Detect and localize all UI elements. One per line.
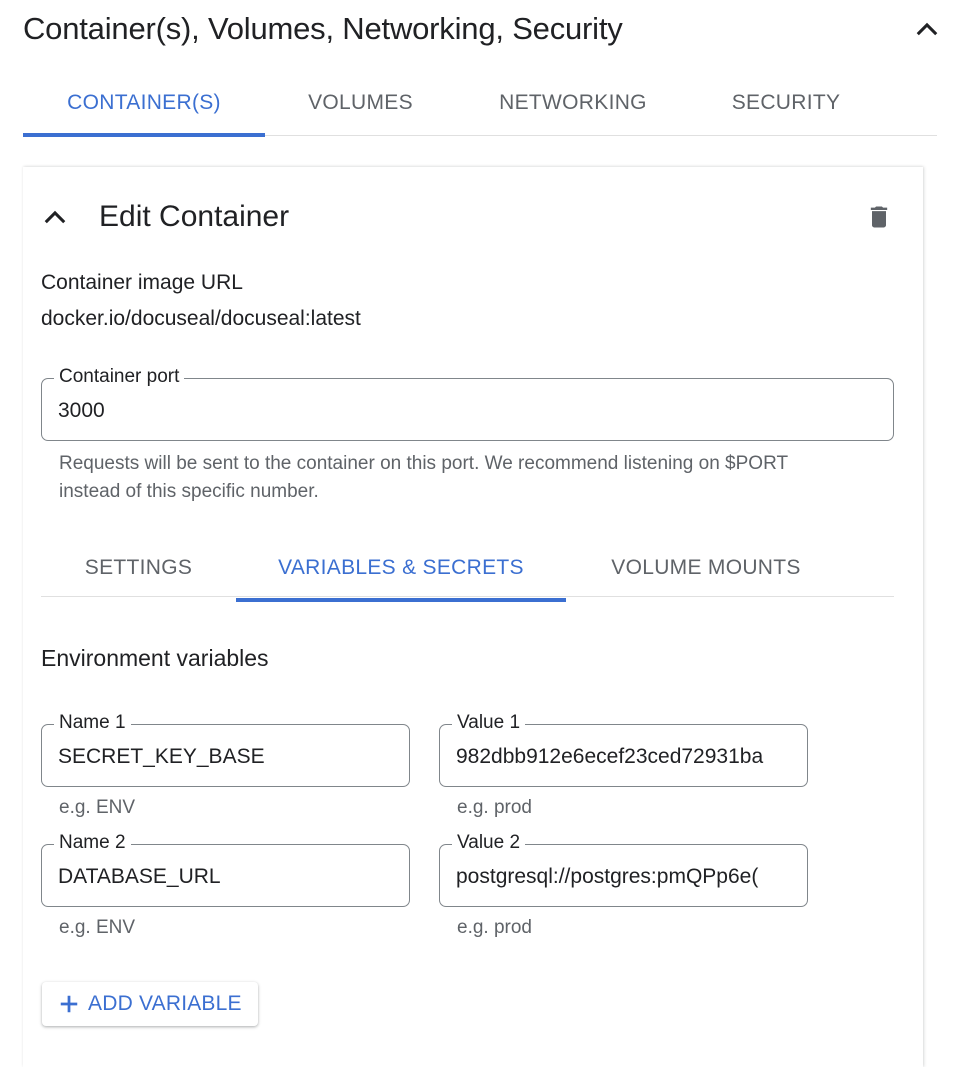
tab-label: VOLUMES (308, 91, 413, 114)
tab-label: SECURITY (731, 91, 841, 114)
env-value-input-1[interactable] (456, 727, 805, 786)
tab-security[interactable]: SECURITY (690, 70, 882, 136)
edit-container-title: Edit Container (99, 200, 290, 233)
tab-networking[interactable]: NETWORKING (456, 70, 690, 136)
container-port-hint: Requests will be sent to the container o… (59, 453, 788, 502)
edit-container-header: Edit Container (37, 195, 907, 239)
tab-label: VOLUME MOUNTS (611, 556, 801, 579)
env-value-hint-2: e.g. prod (457, 917, 532, 938)
env-name-input-1[interactable] (58, 727, 407, 786)
env-name-hint-1: e.g. ENV (59, 797, 136, 818)
top-tab-bar: CONTAINER(S) VOLUMES NETWORKING SECURITY (23, 70, 937, 137)
tab-settings[interactable]: SETTINGS (41, 535, 236, 601)
env-value-field-1[interactable]: Value 1 (439, 712, 808, 787)
container-port-input[interactable] (58, 381, 891, 440)
chevron-up-icon (44, 210, 66, 224)
section-header: Container(s), Volumes, Networking, Secur… (23, 0, 938, 58)
tab-volumes[interactable]: VOLUMES (265, 70, 456, 136)
container-image-url: docker.io/docuseal/docuseal:latest (41, 307, 361, 330)
add-variable-label: ADD VARIABLE (88, 992, 242, 1015)
section-collapse-button[interactable] (907, 9, 947, 49)
plus-icon (60, 995, 78, 1013)
edit-container-card: Edit Container Container image URL docke… (23, 167, 923, 1067)
add-variable-button[interactable]: ADD VARIABLE (42, 982, 258, 1026)
chevron-up-icon (916, 22, 938, 36)
section-title: Container(s), Volumes, Networking, Secur… (23, 11, 623, 46)
env-name-field-1[interactable]: Name 1 (41, 712, 410, 787)
delete-container-button[interactable] (861, 199, 897, 235)
tab-label: CONTAINER(S) (67, 91, 221, 114)
env-value-hint-1: e.g. prod (457, 797, 532, 818)
tab-label: VARIABLES & SECRETS (278, 556, 524, 579)
env-name-hint-2: e.g. ENV (59, 917, 136, 938)
env-value-input-2[interactable] (456, 847, 805, 906)
tab-containers[interactable]: CONTAINER(S) (23, 70, 265, 137)
env-value-field-2[interactable]: Value 2 (439, 832, 808, 907)
environment-variables-heading: Environment variables (41, 645, 269, 671)
container-image-label: Container image URL (41, 271, 243, 294)
trash-icon (870, 206, 888, 228)
tab-variables-secrets[interactable]: VARIABLES & SECRETS (236, 535, 566, 602)
env-name-field-2[interactable]: Name 2 (41, 832, 410, 907)
tab-label: NETWORKING (499, 91, 647, 114)
container-sub-tab-bar: SETTINGS VARIABLES & SECRETS VOLUME MOUN… (41, 535, 894, 602)
tab-volume-mounts[interactable]: VOLUME MOUNTS (566, 535, 846, 601)
env-name-input-2[interactable] (58, 847, 407, 906)
tab-label: SETTINGS (84, 556, 193, 579)
edit-container-collapse-button[interactable] (37, 199, 73, 235)
container-port-field[interactable]: Container port (41, 366, 894, 441)
